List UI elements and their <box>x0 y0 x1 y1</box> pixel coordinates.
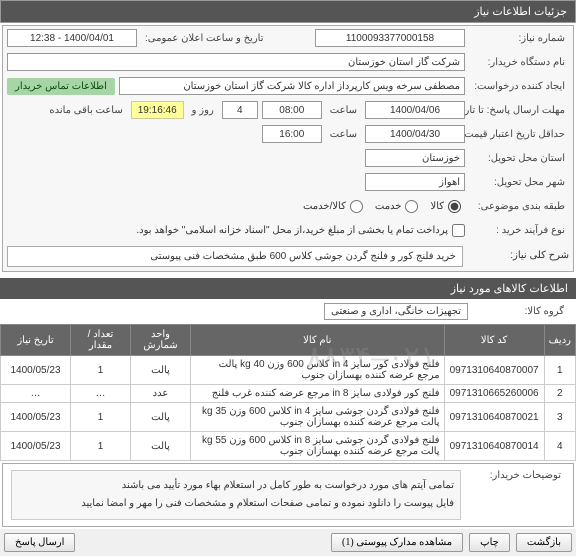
th-unit: واحد شمارش <box>131 325 191 356</box>
remain-days-label: روز و <box>188 105 218 116</box>
budget-opt-goods[interactable]: کالا <box>430 200 461 213</box>
summary-value: خرید فلنج کور و فلنج گردن جوشی کلاس 600 … <box>7 246 463 267</box>
validity-time: 16:00 <box>262 125 322 143</box>
province-label: استان محل تحویل: <box>469 153 569 164</box>
cell-name: فلنج کور فولادی سایز 8 in مرجع عرضه کنند… <box>191 385 445 403</box>
radio-both[interactable] <box>350 200 363 213</box>
reply-button[interactable]: ارسال پاسخ <box>4 533 75 552</box>
deadline-date: 1400/04/06 <box>365 101 465 119</box>
table-row[interactable]: 30971310640870021فلنج فولادی گردن جوشی س… <box>1 403 576 432</box>
cell-date: 1400/05/23 <box>1 356 71 385</box>
buyer-note-box: توضیحات خریدار: تمامی آیتم های مورد درخو… <box>2 463 574 527</box>
group-value: تجهیزات خانگی، اداری و صنعتی <box>324 303 468 320</box>
buyer-note-line1: تمامی آیتم های مورد درخواست به طور کامل … <box>18 477 454 495</box>
city-label: شهر محل تحویل: <box>469 177 569 188</box>
process-check[interactable]: پرداخت تمام یا بخشی از مبلغ خرید،از محل … <box>136 224 465 237</box>
cell-code: 0971310640870021 <box>444 403 544 432</box>
process-checkbox[interactable] <box>452 224 465 237</box>
cell-unit: پالت <box>131 403 191 432</box>
announce-value: 1400/04/01 - 12:38 <box>7 29 137 47</box>
cell-date: 1400/05/23 <box>1 432 71 461</box>
cell-unit: پالت <box>131 356 191 385</box>
th-name: نام کالا <box>191 325 445 356</box>
th-date: تاریخ نیاز <box>1 325 71 356</box>
validity-time-label: ساعت <box>326 129 361 140</box>
cell-idx: 3 <box>544 403 575 432</box>
budget-opt-service[interactable]: خدمت <box>375 200 419 213</box>
buyer-note-label: توضیحات خریدار: <box>465 470 565 481</box>
table-row[interactable]: 20971310665260006فلنج کور فولادی سایز 8 … <box>1 385 576 403</box>
budget-opt-both[interactable]: کالا/خدمت <box>303 200 363 213</box>
announce-label: تاریخ و ساعت اعلان عمومی: <box>141 33 268 44</box>
back-button[interactable]: بازگشت <box>516 533 572 552</box>
cell-idx: 4 <box>544 432 575 461</box>
cell-code: 0971310665260006 <box>444 385 544 403</box>
process-label: نوع فرآیند خرید : <box>469 225 569 236</box>
creator-label: ایجاد کننده درخواست: <box>469 81 569 92</box>
cell-idx: 2 <box>544 385 575 403</box>
cell-qty: … <box>71 385 131 403</box>
items-table: ردیف کد کالا نام کالا واحد شمارش تعداد /… <box>0 324 576 461</box>
org-value: شرکت گاز استان خوزستان <box>7 53 465 71</box>
remain-days: 4 <box>222 101 258 119</box>
validity-date: 1400/04/30 <box>365 125 465 143</box>
table-row[interactable]: 40971310640870014فلنج فولادی گردن جوشی س… <box>1 432 576 461</box>
city-value: اهواز <box>365 173 465 191</box>
cell-unit: عدد <box>131 385 191 403</box>
deadline-time: 08:00 <box>262 101 322 119</box>
cell-name: فلنج فولادی گردن جوشی سایز 8 in کلاس 600… <box>191 432 445 461</box>
cell-qty: 1 <box>71 432 131 461</box>
group-label: گروه کالا: <box>476 306 568 317</box>
items-section-title: اطلاعات کالاهای مورد نیاز <box>0 278 576 299</box>
footer-row: بازگشت چاپ مشاهده مدارک پیوستی (1) ارسال… <box>0 529 576 556</box>
cell-qty: 1 <box>71 403 131 432</box>
need-no-label: شماره نیاز: <box>469 33 569 44</box>
province-value: خوزستان <box>365 149 465 167</box>
need-no-value: 1100093377000158 <box>315 29 465 47</box>
cell-qty: 1 <box>71 356 131 385</box>
validity-label: حداقل تاریخ اعتبار قیمت: تا تاریخ: <box>469 129 569 140</box>
table-header-row: ردیف کد کالا نام کالا واحد شمارش تعداد /… <box>1 325 576 356</box>
print-button[interactable]: چاپ <box>469 533 510 552</box>
deadline-time-label: ساعت <box>326 105 361 116</box>
buyer-note-line2: فایل پیوست را دانلود نموده و تمامی صفحات… <box>18 495 454 513</box>
org-label: نام دستگاه خریدار: <box>469 57 569 68</box>
remain-suffix: ساعت باقی مانده <box>45 105 126 116</box>
attachments-button[interactable]: مشاهده مدارک پیوستی (1) <box>331 533 463 552</box>
th-qty: تعداد / مقدار <box>71 325 131 356</box>
th-idx: ردیف <box>544 325 575 356</box>
buyer-note-content: تمامی آیتم های مورد درخواست به طور کامل … <box>11 470 461 520</box>
creator-value: مصطفی سرخه ویس کارپرداز اداره کالا شرکت … <box>119 77 465 95</box>
radio-service[interactable] <box>405 200 418 213</box>
cell-unit: پالت <box>131 432 191 461</box>
cell-date: 1400/05/23 <box>1 403 71 432</box>
cell-name: فلنج فولادی کور سایز 4 in کلاس 600 وزن 4… <box>191 356 445 385</box>
summary-label: شرح کلی نیاز: <box>469 246 569 267</box>
header-title: جزئیات اطلاعات نیاز <box>474 6 567 18</box>
contact-button[interactable]: اطلاعات تماس خریدار <box>7 78 115 95</box>
cell-code: 0971310640870007 <box>444 356 544 385</box>
cell-date: … <box>1 385 71 403</box>
page-header: جزئیات اطلاعات نیاز <box>0 0 576 23</box>
deadline-label: مهلت ارسال پاسخ: تا تاریخ: <box>469 105 569 116</box>
radio-goods[interactable] <box>448 200 461 213</box>
budget-radios: کالا خدمت کالا/خدمت <box>303 200 465 213</box>
cell-code: 0971310640870014 <box>444 432 544 461</box>
cell-name: فلنج فولادی گردن جوشی سایز 4 in کلاس 600… <box>191 403 445 432</box>
remain-time: 19:16:46 <box>131 101 184 119</box>
table-row[interactable]: 10971310640870007فلنج فولادی کور سایز 4 … <box>1 356 576 385</box>
th-code: کد کالا <box>444 325 544 356</box>
budget-label: طبقه بندی موضوعی: <box>469 201 569 212</box>
cell-idx: 1 <box>544 356 575 385</box>
group-row: گروه کالا: تجهیزات خانگی، اداری و صنعتی <box>0 299 576 324</box>
main-form: شماره نیاز: 1100093377000158 تاریخ و ساع… <box>2 25 574 272</box>
